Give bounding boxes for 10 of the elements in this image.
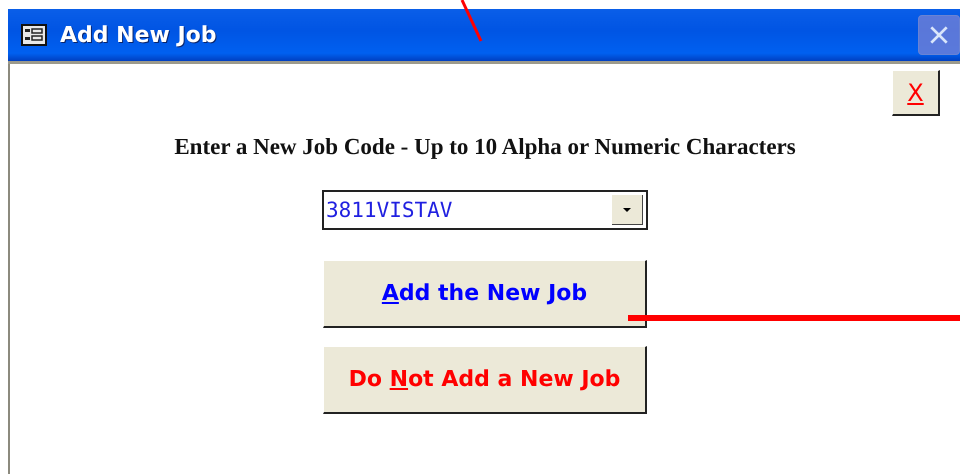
caret-icon xyxy=(623,208,631,212)
job-code-field[interactable]: 3811VISTAV xyxy=(324,192,609,228)
close-icon xyxy=(928,24,950,46)
action-button[interactable]: Add the New Job xyxy=(323,260,647,328)
annotation-line xyxy=(460,0,482,42)
form-icon xyxy=(21,24,47,46)
instruction-text: Enter a New Job Code - Up to 10 Alpha or Numeric Characters xyxy=(174,134,796,160)
window-title: Add New Job xyxy=(60,22,217,48)
dropdown-button[interactable] xyxy=(612,195,643,225)
job-code-combobox[interactable]: 3811VISTAV xyxy=(322,190,648,230)
